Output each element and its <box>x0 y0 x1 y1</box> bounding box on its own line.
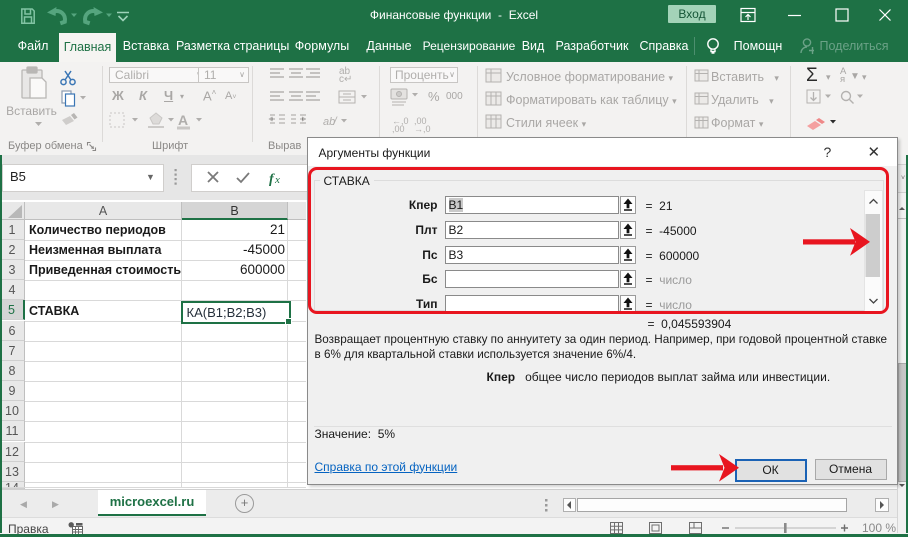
svg-text:100 %: 100 % <box>862 521 896 535</box>
svg-text:c↵: c↵ <box>339 74 352 85</box>
svg-text:ab̸: ab̸ <box>323 116 338 128</box>
svg-text:А: А <box>178 112 188 128</box>
svg-text:→,0: →,0 <box>414 124 431 134</box>
svg-text:,00: ,00 <box>392 124 405 134</box>
svg-text:x: x <box>274 174 280 186</box>
